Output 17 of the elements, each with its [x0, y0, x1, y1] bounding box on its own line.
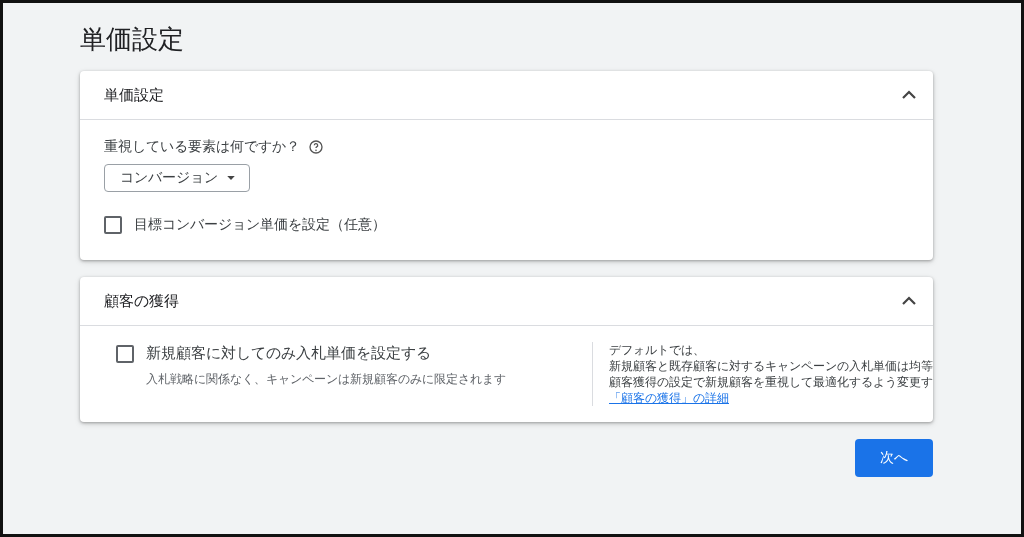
caret-icon [226, 173, 236, 183]
info-text: 顧客獲得の設定で新規顧客を重視して最適化するよう変更す [609, 374, 933, 390]
checkbox[interactable] [104, 216, 122, 234]
question-label: 重視している要素は何ですか？ [104, 138, 300, 156]
description-text: 入札戦略に関係なく、キャンペーンは新規顧客のみに限定されます [146, 371, 507, 388]
info-text: デフォルトでは、 [609, 342, 705, 358]
checkbox-label: 目標コンバージョン単価を設定（任意） [134, 216, 386, 234]
dropdown[interactable]: コンバージョン [104, 164, 250, 192]
checkbox-label: 新規顧客に対してのみ入札単価を設定する [146, 344, 431, 363]
info-text: 新規顧客と既存顧客に対するキャンペーンの入札単価は均等 [609, 358, 933, 374]
details-link[interactable]: 「顧客の獲得」の詳細 [609, 391, 729, 405]
section-title: 顧客の獲得 [104, 291, 179, 311]
section-title: 単価設定 [104, 85, 164, 105]
checkbox[interactable] [116, 344, 134, 363]
help-icon [308, 139, 324, 155]
page-title: 単価設定 [80, 23, 185, 55]
next-button[interactable]: 次へ [855, 439, 933, 477]
